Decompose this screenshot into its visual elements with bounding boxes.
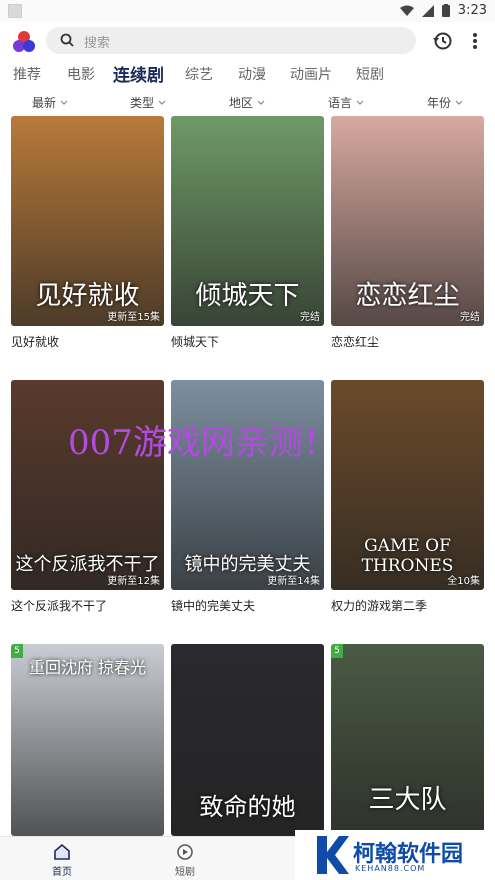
nav-short-drama[interactable]: 短剧	[165, 843, 205, 878]
search-bar[interactable]: 搜索	[46, 27, 416, 54]
series-card[interactable]: 5 三大队	[331, 644, 484, 836]
chevron-down-icon	[158, 100, 166, 105]
filter-genre[interactable]: 类型	[130, 94, 167, 111]
poster-image[interactable]: 这个反派我不干了 更新至12集	[11, 380, 164, 590]
rating-badge: 5	[331, 644, 343, 658]
poster-image[interactable]: 致命的她	[171, 644, 324, 836]
filter-language[interactable]: 语言	[328, 94, 365, 111]
category-tabs: 推荐 电影 连续剧 综艺 动漫 动画片 短剧	[0, 58, 495, 90]
series-card[interactable]: 5 重回沈府 掠春光	[11, 644, 164, 836]
poster-image[interactable]: 镜中的完美丈夫 更新至14集	[171, 380, 324, 590]
poster-title-art: 重回沈府 掠春光	[28, 658, 147, 677]
episode-badge: 完结	[460, 312, 480, 323]
episode-badge: 全10集	[447, 576, 480, 587]
more-options-icon[interactable]	[468, 30, 482, 52]
app-logo-icon[interactable]	[12, 30, 36, 54]
series-title[interactable]: 这个反派我不干了	[11, 597, 107, 614]
brand-logo-icon	[317, 836, 349, 874]
filter-label: 年份	[427, 96, 452, 110]
episode-badge: 更新至15集	[107, 312, 160, 323]
battery-icon	[441, 4, 450, 17]
series-card[interactable]: 镜中的完美丈夫 更新至14集 镜中的完美丈夫	[171, 380, 324, 613]
status-time: 3:23	[457, 3, 487, 18]
filter-bar: 最新 类型 地区 语言 年份	[0, 90, 495, 114]
episode-badge: 更新至12集	[107, 576, 160, 587]
filter-region[interactable]: 地区	[229, 94, 266, 111]
watermark-text: 007游戏网亲测！	[68, 423, 337, 463]
chevron-down-icon	[356, 100, 364, 105]
series-title[interactable]: 倾城天下	[171, 333, 219, 350]
status-indicators: 3:23	[399, 3, 487, 18]
series-title[interactable]: 恋恋红尘	[331, 333, 379, 350]
poster-title-art: 见好就收	[35, 281, 140, 311]
brand-watermark: 柯翰软件园 KEHAN88.COM	[295, 830, 495, 880]
home-icon	[54, 843, 70, 860]
tab-anime[interactable]: 动漫	[238, 64, 266, 84]
tab-cartoon[interactable]: 动画片	[290, 64, 332, 84]
poster-image[interactable]: 恋恋红尘 完结	[331, 116, 484, 326]
chevron-down-icon	[455, 100, 463, 105]
series-title[interactable]: 镜中的完美丈夫	[171, 597, 255, 614]
nav-home-label: 首页	[52, 867, 72, 878]
poster-title-art: 倾城天下	[195, 281, 300, 311]
filter-sort[interactable]: 最新	[32, 94, 69, 111]
chevron-down-icon	[60, 100, 68, 105]
series-card[interactable]: GAME OF THRONES 全10集 权力的游戏第二季	[331, 380, 484, 613]
notification-icon	[8, 4, 22, 18]
series-title[interactable]: 权力的游戏第二季	[331, 597, 427, 614]
top-bar: 搜索	[0, 22, 495, 58]
poster-image[interactable]: 5 重回沈府 掠春光	[11, 644, 164, 836]
search-icon	[60, 33, 74, 47]
tab-recommend[interactable]: 推荐	[13, 64, 41, 84]
filter-label: 最新	[32, 96, 57, 110]
filter-label: 语言	[328, 96, 353, 110]
poster-title-art: GAME OF THRONES	[361, 536, 454, 576]
poster-title-art: 致命的她	[199, 793, 296, 821]
nav-home[interactable]: 首页	[42, 843, 82, 878]
status-bar: 3:23	[0, 0, 495, 22]
play-circle-icon	[177, 844, 193, 860]
filter-year[interactable]: 年份	[427, 94, 464, 111]
poster-image[interactable]: 见好就收 更新至15集	[11, 116, 164, 326]
brand-url: KEHAN88.COM	[355, 864, 426, 873]
poster-image[interactable]: 5 三大队	[331, 644, 484, 836]
poster-image[interactable]: GAME OF THRONES 全10集	[331, 380, 484, 590]
series-title[interactable]: 见好就收	[11, 333, 59, 350]
tab-series[interactable]: 连续剧	[113, 61, 164, 86]
episode-badge: 更新至14集	[267, 576, 320, 587]
nav-short-drama-label: 短剧	[175, 867, 195, 878]
tab-variety[interactable]: 综艺	[185, 64, 213, 84]
filter-label: 类型	[130, 96, 155, 110]
series-card[interactable]: 倾城天下 完结 倾城天下	[171, 116, 324, 349]
tab-movies[interactable]: 电影	[67, 64, 95, 84]
search-input[interactable]: 搜索	[84, 32, 110, 51]
series-card[interactable]: 见好就收 更新至15集 见好就收	[11, 116, 164, 349]
filter-label: 地区	[229, 96, 254, 110]
chevron-down-icon	[257, 100, 265, 105]
history-icon[interactable]	[432, 30, 454, 52]
series-card[interactable]: 恋恋红尘 完结 恋恋红尘	[331, 116, 484, 349]
poster-image[interactable]: 倾城天下 完结	[171, 116, 324, 326]
wifi-icon	[399, 5, 414, 16]
episode-badge: 完结	[300, 312, 320, 323]
signal-icon	[421, 4, 434, 17]
tab-short-drama[interactable]: 短剧	[356, 64, 384, 84]
series-card[interactable]: 致命的她	[171, 644, 324, 836]
series-card[interactable]: 这个反派我不干了 更新至12集 这个反派我不干了	[11, 380, 164, 613]
poster-title-art: 恋恋红尘	[355, 281, 460, 311]
poster-title-art: 三大队	[368, 785, 447, 815]
